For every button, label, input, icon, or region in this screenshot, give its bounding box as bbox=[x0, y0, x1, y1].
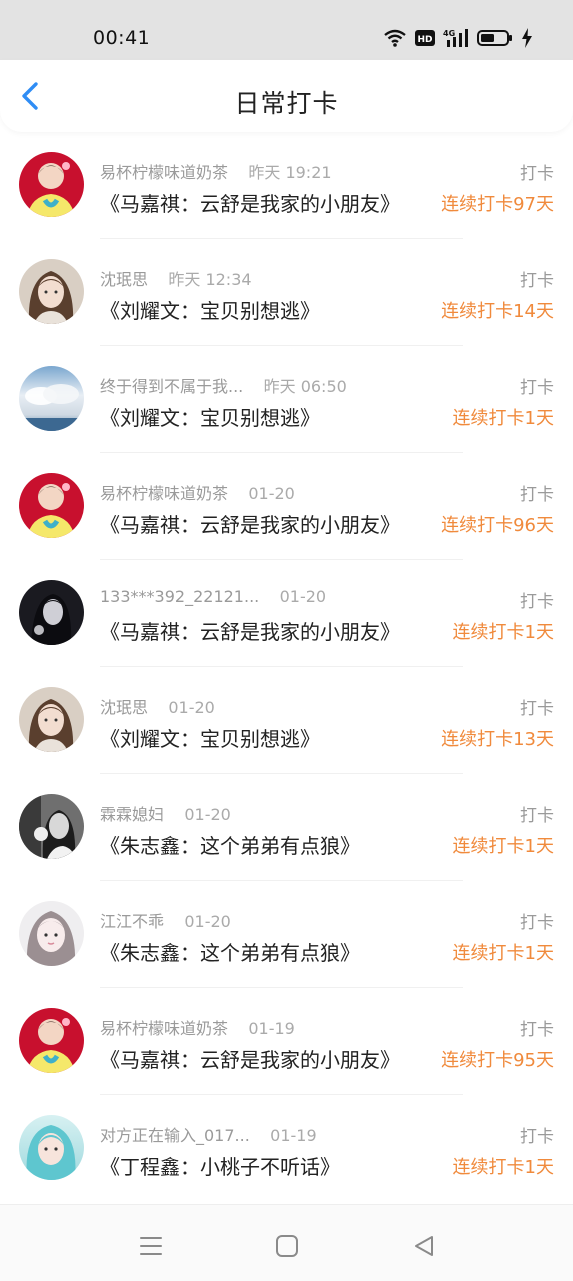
streak-count: 连续打卡14天 bbox=[441, 301, 554, 322]
avatar[interactable] bbox=[19, 1008, 84, 1073]
avatar[interactable] bbox=[19, 152, 84, 217]
list-item[interactable]: 沈珉思 昨天 12:34 《刘耀文：宝贝别想逃》 打卡 连续打卡14天 bbox=[0, 239, 573, 346]
checkin-label: 打卡 bbox=[520, 913, 554, 933]
streak-count: 连续打卡96天 bbox=[441, 515, 554, 536]
list-item[interactable]: 江江不乖 01-20 《朱志鑫：这个弟弟有点狼》 打卡 连续打卡1天 bbox=[0, 881, 573, 988]
avatar[interactable] bbox=[19, 366, 84, 431]
record-time: 昨天 06:50 bbox=[263, 377, 347, 396]
status-bar: 00:41 HD 4G bbox=[0, 0, 573, 60]
streak-count: 连续打卡1天 bbox=[452, 1157, 554, 1178]
wifi-icon bbox=[384, 29, 406, 47]
avatar[interactable] bbox=[19, 580, 84, 645]
streak-count: 连续打卡1天 bbox=[452, 836, 554, 857]
avatar[interactable] bbox=[19, 473, 84, 538]
record-time: 01-19 bbox=[270, 1126, 317, 1145]
user-name: 沈珉思 bbox=[100, 270, 149, 289]
menu-icon bbox=[140, 1237, 162, 1255]
book-title: 《朱志鑫：这个弟弟有点狼》 bbox=[100, 941, 360, 965]
home-button[interactable] bbox=[274, 1233, 300, 1259]
checkin-list: 易杯柠檬味道奶茶 昨天 19:21 《马嘉祺：云舒是我家的小朋友》 打卡 连续打… bbox=[0, 132, 573, 1202]
book-title: 《马嘉祺：云舒是我家的小朋友》 bbox=[100, 513, 400, 537]
checkin-label: 打卡 bbox=[520, 699, 554, 719]
user-name: 沈珉思 bbox=[100, 698, 149, 717]
avatar[interactable] bbox=[19, 1115, 84, 1180]
home-square-icon bbox=[276, 1235, 298, 1257]
page-title: 日常打卡 bbox=[234, 89, 339, 118]
list-item[interactable]: 霖霖媳妇 01-20 《朱志鑫：这个弟弟有点狼》 打卡 连续打卡1天 bbox=[0, 774, 573, 881]
checkin-label: 打卡 bbox=[520, 1020, 554, 1040]
checkin-label: 打卡 bbox=[520, 378, 554, 398]
back-triangle-icon bbox=[415, 1236, 433, 1256]
streak-count: 连续打卡97天 bbox=[441, 194, 554, 215]
checkin-label: 打卡 bbox=[520, 485, 554, 505]
record-time: 01-19 bbox=[248, 1019, 295, 1038]
book-title: 《马嘉祺：云舒是我家的小朋友》 bbox=[100, 1048, 400, 1072]
checkin-label: 打卡 bbox=[520, 806, 554, 826]
record-time: 昨天 12:34 bbox=[168, 270, 252, 289]
list-item[interactable]: 对方正在输入_017... 01-19 《丁程鑫：小桃子不听话》 打卡 连续打卡… bbox=[0, 1095, 573, 1202]
user-name: 对方正在输入_017... bbox=[100, 1126, 250, 1145]
record-time: 01-20 bbox=[184, 805, 231, 824]
avatar[interactable] bbox=[19, 687, 84, 752]
record-time: 01-20 bbox=[248, 484, 295, 503]
checkin-label: 打卡 bbox=[520, 271, 554, 291]
list-item[interactable]: 沈珉思 01-20 《刘耀文：宝贝别想逃》 打卡 连续打卡13天 bbox=[0, 667, 573, 774]
battery-icon bbox=[477, 30, 512, 46]
book-title: 《刘耀文：宝贝别想逃》 bbox=[100, 727, 320, 751]
book-title: 《刘耀文：宝贝别想逃》 bbox=[100, 406, 320, 430]
avatar[interactable] bbox=[19, 794, 84, 859]
user-name: 易杯柠檬味道奶茶 bbox=[100, 1019, 229, 1038]
streak-count: 连续打卡95天 bbox=[441, 1050, 554, 1071]
user-name: 133***392_22121... bbox=[100, 587, 260, 606]
streak-count: 连续打卡1天 bbox=[452, 943, 554, 964]
avatar[interactable] bbox=[19, 901, 84, 966]
record-time: 01-20 bbox=[279, 587, 327, 606]
record-time: 01-20 bbox=[184, 912, 231, 931]
list-item[interactable]: 易杯柠檬味道奶茶 昨天 19:21 《马嘉祺：云舒是我家的小朋友》 打卡 连续打… bbox=[0, 132, 573, 239]
book-title: 《丁程鑫：小桃子不听话》 bbox=[100, 1155, 340, 1179]
record-time: 昨天 19:21 bbox=[248, 163, 332, 182]
user-name: 易杯柠檬味道奶茶 bbox=[100, 163, 229, 182]
hd-icon: HD bbox=[415, 30, 435, 46]
svg-text:HD: HD bbox=[417, 35, 432, 45]
list-item[interactable]: 133***392_22121... 01-20 《马嘉祺：云舒是我家的小朋友》… bbox=[0, 560, 573, 667]
header: 日常打卡 bbox=[0, 60, 573, 132]
user-name: 终于得到不属于我... bbox=[100, 377, 244, 396]
back-nav-button[interactable] bbox=[411, 1233, 437, 1259]
user-name: 江江不乖 bbox=[100, 912, 165, 931]
status-time: 00:41 bbox=[93, 27, 151, 49]
4g-signal-icon: 4G bbox=[443, 29, 468, 47]
list-item[interactable]: 终于得到不属于我... 昨天 06:50 《刘耀文：宝贝别想逃》 打卡 连续打卡… bbox=[0, 346, 573, 453]
list-item[interactable]: 易杯柠檬味道奶茶 01-20 《马嘉祺：云舒是我家的小朋友》 打卡 连续打卡96… bbox=[0, 453, 573, 560]
checkin-label: 打卡 bbox=[520, 1127, 554, 1147]
user-name: 霖霖媳妇 bbox=[100, 805, 165, 824]
checkin-label: 打卡 bbox=[520, 164, 554, 184]
svg-text:4G: 4G bbox=[443, 29, 455, 38]
book-title: 《马嘉祺：云舒是我家的小朋友》 bbox=[100, 620, 400, 644]
user-name: 易杯柠檬味道奶茶 bbox=[100, 484, 229, 503]
book-title: 《马嘉祺：云舒是我家的小朋友》 bbox=[100, 192, 400, 216]
checkin-label: 打卡 bbox=[520, 592, 554, 612]
status-icons: HD 4G bbox=[383, 26, 533, 50]
streak-count: 连续打卡13天 bbox=[441, 729, 554, 750]
record-time: 01-20 bbox=[168, 698, 215, 717]
avatar[interactable] bbox=[19, 259, 84, 324]
list-item[interactable]: 易杯柠檬味道奶茶 01-19 《马嘉祺：云舒是我家的小朋友》 打卡 连续打卡95… bbox=[0, 988, 573, 1095]
book-title: 《刘耀文：宝贝别想逃》 bbox=[100, 299, 320, 323]
menu-button[interactable] bbox=[138, 1233, 164, 1259]
charging-icon bbox=[522, 28, 532, 48]
system-nav-bar bbox=[0, 1204, 573, 1281]
book-title: 《朱志鑫：这个弟弟有点狼》 bbox=[100, 834, 360, 858]
streak-count: 连续打卡1天 bbox=[452, 622, 554, 643]
streak-count: 连续打卡1天 bbox=[452, 408, 554, 429]
